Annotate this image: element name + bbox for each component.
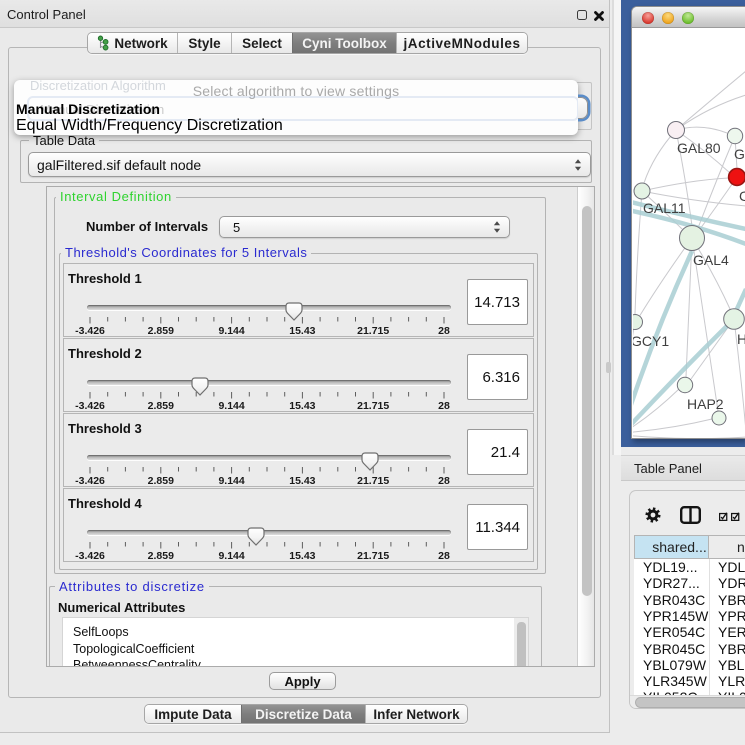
svg-text:H: H (737, 331, 745, 347)
svg-text:GAL80: GAL80 (677, 140, 721, 156)
svg-text:GAL11: GAL11 (643, 200, 686, 216)
svg-text:GCY1: GCY1 (633, 333, 669, 349)
svg-text:C: C (739, 188, 745, 204)
svg-text:HAP2: HAP2 (687, 396, 724, 412)
svg-text:G.: G. (734, 146, 745, 162)
svg-text:GAL4: GAL4 (693, 252, 729, 268)
